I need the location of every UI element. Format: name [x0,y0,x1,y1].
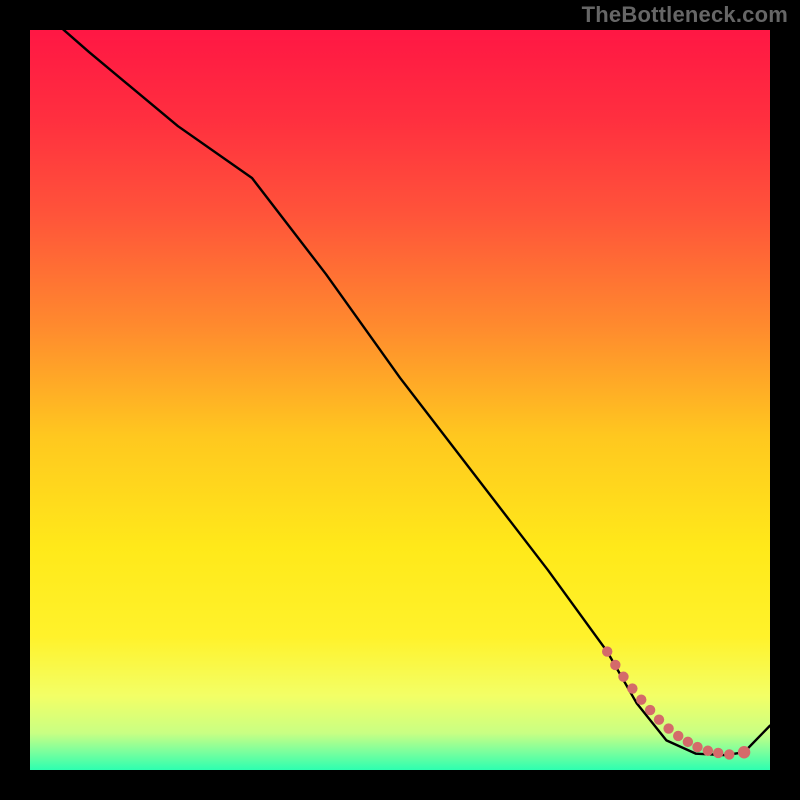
highlight-marker [602,646,612,656]
highlight-marker [738,746,750,758]
gradient-background [30,30,770,770]
watermark-text: TheBottleneck.com [582,2,788,28]
highlight-marker [618,672,628,682]
chart-svg [30,30,770,770]
highlight-marker [663,723,673,733]
highlight-marker [703,746,713,756]
highlight-marker [724,749,734,759]
highlight-marker [673,731,683,741]
highlight-marker [654,714,664,724]
highlight-marker [713,748,723,758]
highlight-marker [627,683,637,693]
highlight-marker [636,695,646,705]
highlight-marker [683,737,693,747]
plot-area [30,30,770,770]
highlight-marker [645,705,655,715]
highlight-marker [610,660,620,670]
highlight-marker [692,742,702,752]
